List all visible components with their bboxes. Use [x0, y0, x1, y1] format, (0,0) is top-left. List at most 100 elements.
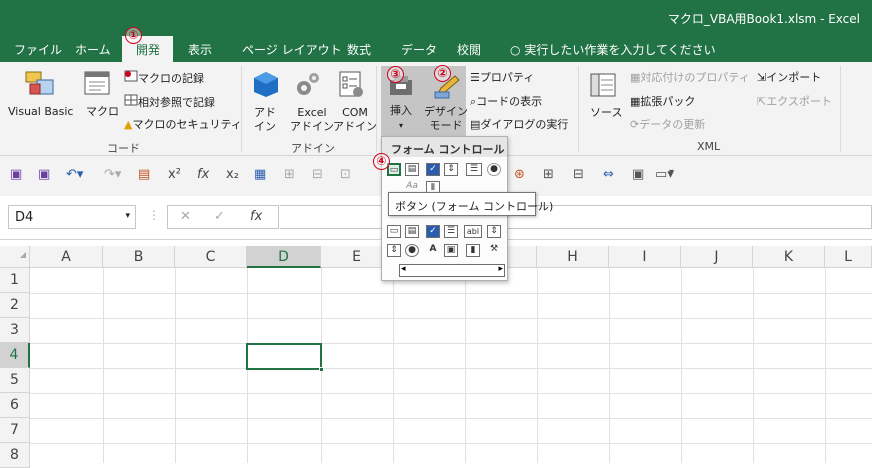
activex-combobox-icon[interactable]: ▤	[405, 225, 419, 238]
column-header[interactable]: H	[537, 246, 609, 268]
column-header[interactable]: J	[681, 246, 753, 268]
cancel-icon[interactable]: ✕	[180, 209, 191, 224]
macro-security-button[interactable]: ▲マクロのセキュリティ	[124, 118, 242, 132]
formula-input[interactable]	[280, 205, 872, 229]
addins-cube-icon	[254, 72, 278, 97]
activex-spinner-icon[interactable]: ⇕	[387, 244, 401, 257]
properties-button[interactable]: ☰プロパティ	[470, 71, 534, 85]
column-header[interactable]: B	[103, 246, 175, 268]
column-header[interactable]: L	[825, 246, 872, 268]
activex-listbox-icon[interactable]: ☰	[444, 225, 458, 238]
export-button[interactable]: ⇱エクスポート	[757, 95, 832, 109]
column-header-selected[interactable]: D	[247, 246, 321, 268]
activex-button-icon[interactable]: ▭	[387, 225, 401, 238]
toolbar-item-icon[interactable]: ⊞	[284, 167, 295, 182]
table-icon[interactable]: ▦	[254, 167, 266, 182]
insert-button[interactable]: 挿入 ▾	[390, 104, 412, 133]
activex-label-icon[interactable]: A	[426, 244, 440, 257]
expansion-packs-button[interactable]: ▦拡張パック	[630, 95, 695, 109]
tab-data[interactable]: データ	[401, 41, 437, 58]
activex-more-controls-icon[interactable]: ⚒	[487, 244, 501, 257]
enter-icon[interactable]: ✓	[214, 209, 225, 224]
row-header-selected[interactable]: 4	[0, 343, 30, 368]
com-addins-button[interactable]: COM アドイン	[333, 106, 377, 134]
toolbar-item-icon[interactable]: ▣	[632, 167, 644, 182]
activex-scrollbar-icon[interactable]: ⇕	[487, 225, 501, 238]
save-icon[interactable]: ▣	[10, 167, 22, 182]
row-header[interactable]: 2	[0, 293, 30, 318]
format-painter-icon[interactable]: ▤	[138, 167, 150, 182]
form-spinner-icon[interactable]: ⇕	[444, 163, 458, 176]
form-checkbox-icon[interactable]: ✓	[426, 163, 440, 176]
save-as-icon[interactable]: ▣	[38, 167, 50, 182]
activex-checkbox-icon[interactable]: ✓	[426, 225, 440, 238]
selected-cell-d4[interactable]	[246, 343, 324, 372]
macros-button[interactable]: マクロ	[86, 105, 119, 119]
tell-me-text: 実行したい作業を入力してください	[524, 43, 716, 57]
record-macro-button[interactable]: マクロの記録	[124, 70, 204, 86]
row-header[interactable]: 1	[0, 268, 30, 293]
run-dialog-button[interactable]: ▤ダイアログの実行	[470, 118, 568, 132]
form-combobox-icon[interactable]: ▤	[405, 163, 419, 176]
row-header[interactable]: 5	[0, 368, 30, 393]
customize-qat-icon[interactable]: ▾	[669, 167, 674, 178]
column-header[interactable]: A	[30, 246, 103, 268]
toolbar-item-icon[interactable]: ⇔	[603, 167, 614, 182]
undo-icon[interactable]: ↶▾	[66, 167, 83, 182]
row-header[interactable]: 3	[0, 318, 30, 343]
visual-basic-button[interactable]: Visual Basic	[8, 105, 73, 119]
superscript-icon[interactable]: x²	[168, 167, 181, 182]
select-all-corner[interactable]: ◢	[0, 246, 30, 268]
tab-home[interactable]: ホーム	[75, 41, 111, 58]
activex-image-icon[interactable]: ▣	[444, 244, 458, 257]
tab-view[interactable]: 表示	[188, 41, 212, 58]
map-properties-icon: ▦	[630, 71, 641, 84]
subscript-icon[interactable]: x₂	[226, 167, 239, 182]
relative-references-button[interactable]: 相対参照で記録	[124, 94, 215, 110]
xml-group-label: XML	[697, 140, 721, 153]
fx-icon[interactable]: fx	[197, 167, 209, 182]
activex-textbox-icon[interactable]: abl	[464, 225, 482, 238]
name-box-dropdown-icon[interactable]: ▾	[125, 211, 130, 221]
row-header[interactable]: 8	[0, 443, 30, 468]
activex-toggle-icon[interactable]: ▮	[466, 244, 480, 257]
com-addins-label-2: アドイン	[333, 120, 377, 133]
form-listbox-icon[interactable]: ☰	[466, 163, 482, 176]
view-code-button[interactable]: ⌕コードの表示	[470, 95, 542, 109]
toolbar-item-icon[interactable]: ⊞	[543, 167, 554, 182]
refresh-data-button[interactable]: ⟳データの更新	[630, 118, 705, 132]
toolbar-item-icon[interactable]: ⊛	[514, 167, 525, 182]
scroll-left-icon[interactable]: ◂	[401, 264, 406, 274]
xml-source-button[interactable]: ソース	[590, 106, 622, 120]
column-header[interactable]: K	[753, 246, 825, 268]
column-header[interactable]: I	[609, 246, 681, 268]
tab-file[interactable]: ファイル	[14, 41, 62, 58]
tell-me-box[interactable]: ○ 実行したい作業を入力してください	[510, 41, 716, 58]
toolbar-item-icon[interactable]: ⊟	[312, 167, 323, 182]
toolbar-item-icon[interactable]: ⊡	[340, 167, 351, 182]
toolbar-item-icon[interactable]: ⊟	[573, 167, 584, 182]
design-mode-button[interactable]: デザイン モード	[424, 105, 468, 133]
activex-option-button-icon[interactable]: ●	[405, 244, 419, 257]
name-box[interactable]: D4 ▾	[8, 205, 136, 229]
scroll-right-icon[interactable]: ▸	[498, 264, 503, 274]
insert-function-icon[interactable]: fx	[250, 209, 262, 224]
addins-button[interactable]: アド イン	[254, 106, 276, 134]
excel-addins-button[interactable]: Excel アドイン	[290, 106, 334, 134]
redo-icon[interactable]: ↷▾	[104, 167, 121, 182]
map-properties-button[interactable]: ▦対応付けのプロパティ	[630, 71, 750, 85]
tab-page-layout[interactable]: ページ レイアウト	[242, 41, 342, 58]
gridline	[681, 268, 682, 463]
run-dialog-label: ダイアログの実行	[480, 118, 569, 131]
row-header[interactable]: 7	[0, 418, 30, 443]
row-header[interactable]: 6	[0, 393, 30, 418]
tab-formulas[interactable]: 数式	[347, 41, 371, 58]
tab-review[interactable]: 校閲	[457, 41, 481, 58]
import-button[interactable]: ⇲インポート	[757, 71, 821, 85]
form-option-button-icon[interactable]: ●	[487, 163, 501, 176]
column-header[interactable]: C	[175, 246, 247, 268]
tab-developer[interactable]: 開発	[136, 41, 160, 58]
dropdown-scrollbar[interactable]: ◂ ▸	[399, 264, 505, 277]
xml-source-icon	[590, 73, 616, 97]
fill-handle[interactable]	[319, 367, 324, 372]
